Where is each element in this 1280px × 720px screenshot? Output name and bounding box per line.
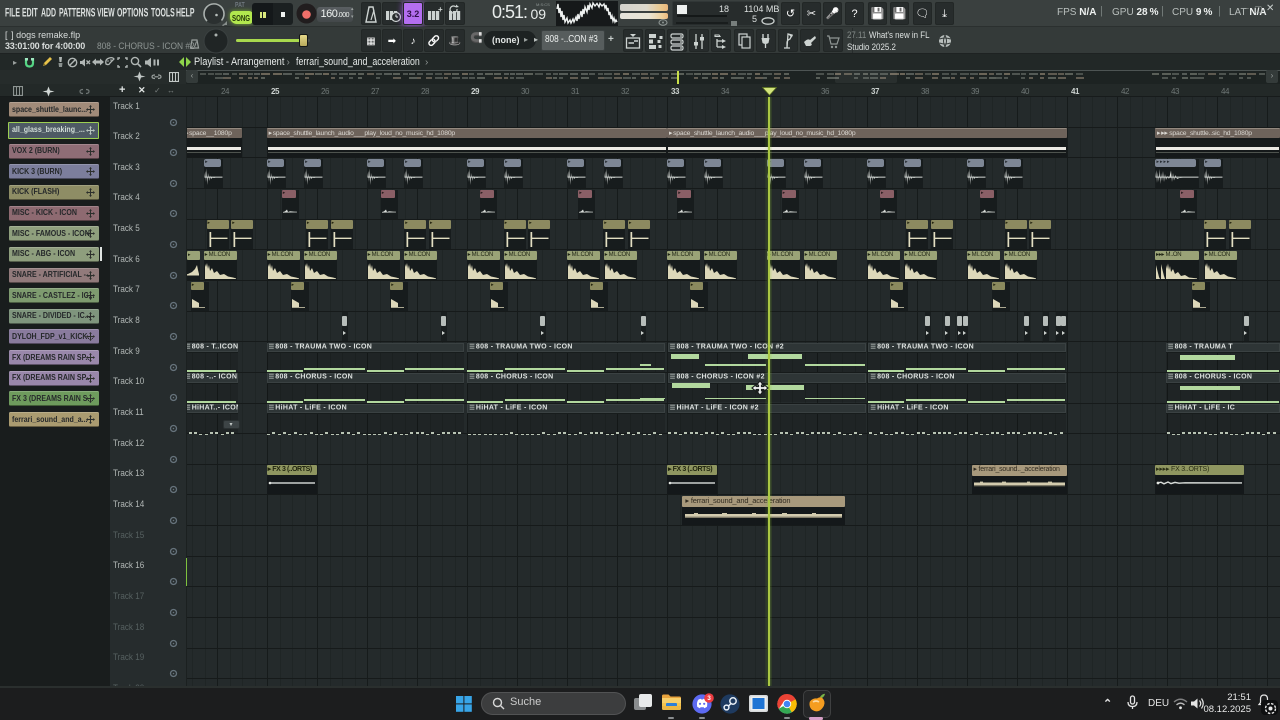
- svg-text:+: +: [438, 5, 443, 14]
- svg-text:3: 3: [707, 695, 711, 702]
